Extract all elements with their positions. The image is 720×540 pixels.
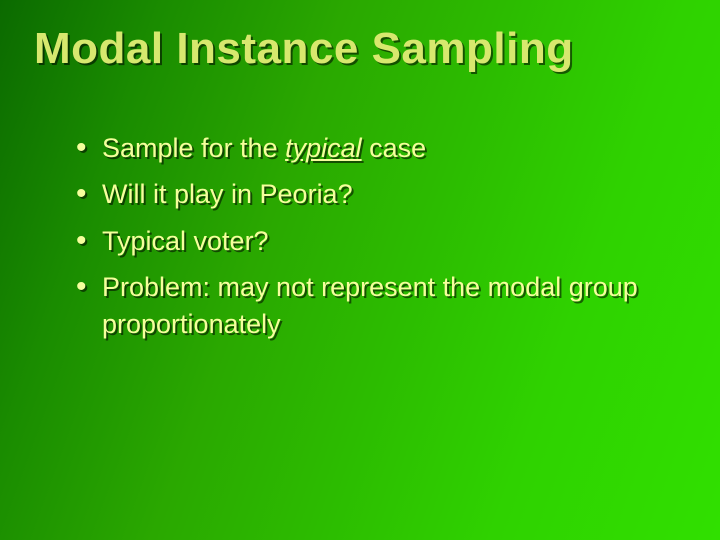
bullet-text: Typical voter? xyxy=(102,226,269,256)
bullet-item: Typical voter? xyxy=(70,223,680,259)
bullet-list: Sample for the typical case Will it play… xyxy=(70,130,680,342)
bullet-item: Problem: may not represent the modal gro… xyxy=(70,269,680,342)
slide-title: Modal Instance Sampling xyxy=(34,24,686,74)
slide-body: Sample for the typical case Will it play… xyxy=(70,130,680,352)
bullet-item: Will it play in Peoria? xyxy=(70,176,680,212)
bullet-text-pre: Sample for the xyxy=(102,133,285,163)
bullet-text: Problem: may not represent the modal gro… xyxy=(102,272,638,338)
bullet-text: Will it play in Peoria? xyxy=(102,179,353,209)
bullet-item: Sample for the typical case xyxy=(70,130,680,166)
bullet-text-post: case xyxy=(362,133,427,163)
slide: Modal Instance Sampling Sample for the t… xyxy=(0,0,720,540)
bullet-text-emph: typical xyxy=(285,133,362,163)
